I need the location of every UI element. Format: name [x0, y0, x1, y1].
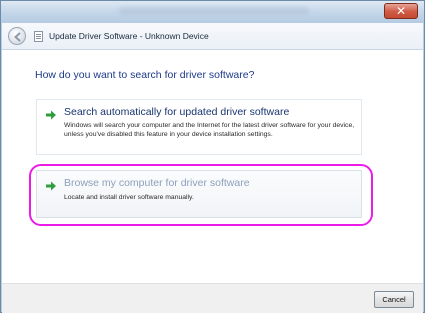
- close-icon: ✕: [395, 4, 407, 18]
- option-description: Windows will search your computer and th…: [64, 122, 355, 138]
- close-button[interactable]: ✕: [384, 3, 418, 19]
- cancel-button[interactable]: Cancel: [374, 291, 414, 308]
- title-bar-blur: [119, 7, 309, 15]
- back-arrow-icon: [13, 32, 21, 42]
- device-icon: [34, 31, 43, 42]
- back-button[interactable]: [8, 27, 26, 45]
- green-arrow-icon: [46, 110, 56, 120]
- title-bar[interactable]: ✕: [1, 1, 424, 23]
- window-title: Update Driver Software - Unknown Device: [49, 31, 209, 41]
- page-heading: How do you want to search for driver sof…: [35, 69, 255, 81]
- dialog-window: ✕ Update Driver Software - Unknown Devic…: [0, 0, 425, 313]
- search-automatically-option[interactable]: Search automatically for updated driver …: [36, 99, 362, 155]
- option-title: Search automatically for updated driver …: [64, 106, 290, 118]
- dialog-footer: Cancel: [2, 283, 423, 313]
- navigation-bar: Update Driver Software - Unknown Device: [2, 23, 423, 50]
- highlight-annotation: [29, 164, 373, 226]
